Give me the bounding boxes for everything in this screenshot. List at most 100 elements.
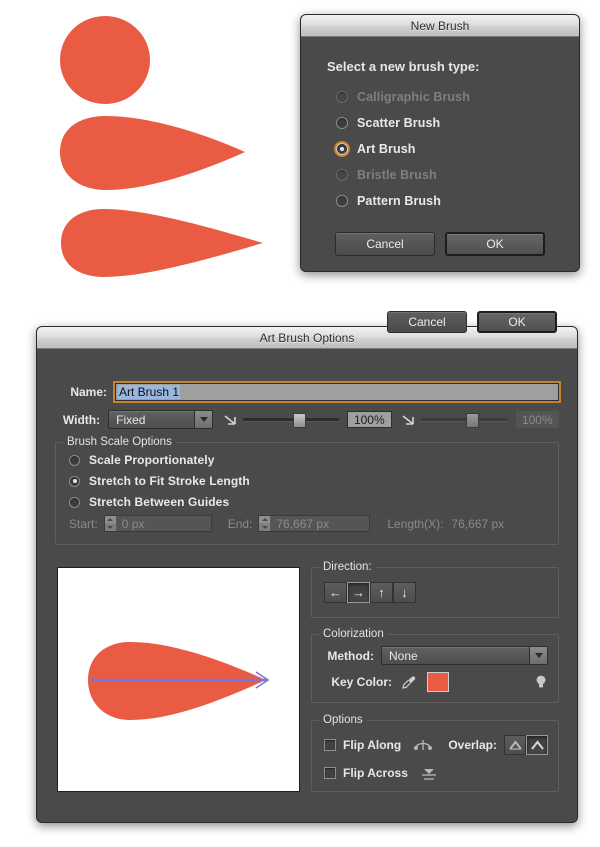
colorization-group: Colorization Method: None Key Color: xyxy=(311,628,559,703)
flip-across-label: Flip Across xyxy=(343,766,408,780)
width-percent-input-2: 100% xyxy=(515,411,559,428)
key-color-label: Key Color: xyxy=(331,675,392,689)
name-label: Name: xyxy=(70,385,107,399)
taper-end-icon xyxy=(402,414,414,425)
radio-label: Pattern Brush xyxy=(357,194,441,208)
width-row: Width: Fixed 100% 100% xyxy=(55,410,559,429)
slider-knob[interactable] xyxy=(465,412,479,428)
chevron-down-icon xyxy=(194,411,213,428)
radio-indicator xyxy=(336,169,348,181)
direction-right-button[interactable]: → xyxy=(347,582,370,603)
radio-label: Stretch Between Guides xyxy=(89,495,230,509)
new-brush-button-bar: Cancel OK xyxy=(301,232,579,256)
width-select-value: Fixed xyxy=(116,412,146,427)
taper-start-icon xyxy=(224,414,237,425)
overlap-prevent-icon xyxy=(530,740,544,750)
art-brush-ok-button[interactable]: OK xyxy=(477,311,557,333)
radio-label: Scatter Brush xyxy=(357,116,441,130)
brush-preview-panel xyxy=(57,567,300,792)
radio-indicator xyxy=(336,91,348,103)
flip-across-checkbox[interactable] xyxy=(324,767,336,779)
radio-indicator xyxy=(69,475,80,487)
method-select-value: None xyxy=(389,648,418,663)
width-label: Width: xyxy=(62,412,101,427)
width-percent-value-1: 100% xyxy=(353,412,385,427)
art-brush-options-title: Art Brush Options xyxy=(259,330,355,345)
end-value: 76,667 px xyxy=(276,516,330,531)
flip-across-icon xyxy=(421,769,436,780)
flip-along-row: Flip Along Overlap: xyxy=(312,721,558,755)
method-label: Method: xyxy=(327,648,374,663)
slider-track xyxy=(243,418,339,421)
brush-options-group: Options Flip Along Overlap: Flip Across xyxy=(311,714,559,792)
art-brush-cancel-button[interactable]: Cancel xyxy=(387,311,467,333)
key-color-swatch[interactable] xyxy=(427,672,449,692)
start-value: 0 px xyxy=(121,516,145,531)
radio-art-brush[interactable]: Art Brush xyxy=(327,142,553,156)
stepper-icon xyxy=(259,516,272,531)
flip-along-icon xyxy=(414,740,433,750)
lightbulb-icon[interactable] xyxy=(534,673,548,691)
radio-bristle-brush[interactable]: Bristle Brush xyxy=(327,168,553,182)
direction-left-button[interactable]: ← xyxy=(324,582,347,603)
slider-knob[interactable] xyxy=(293,412,307,428)
overlap-label: Overlap: xyxy=(448,738,497,752)
arrow-down-icon: ↓ xyxy=(401,585,408,600)
name-row: Name: Art Brush 1 xyxy=(55,383,559,401)
arrow-left-icon: ← xyxy=(329,585,342,600)
radio-stretch-between-guides[interactable]: Stretch Between Guides xyxy=(69,495,558,509)
direction-down-button[interactable]: ↓ xyxy=(393,582,416,603)
radio-scale-proportionately[interactable]: Scale Proportionately xyxy=(69,453,558,467)
radio-indicator xyxy=(336,143,348,155)
brush-preview-shape xyxy=(88,642,270,720)
name-input-value: Art Brush 1 xyxy=(118,385,181,399)
artwork-canvas xyxy=(0,0,300,300)
new-brush-prompt: Select a new brush type: xyxy=(327,59,480,74)
radio-label: Stretch to Fit Stroke Length xyxy=(89,474,250,488)
overlap-allow-icon xyxy=(508,740,522,750)
brush-scale-legend: Brush Scale Options xyxy=(63,436,176,448)
radio-scatter-brush[interactable]: Scatter Brush xyxy=(327,116,553,130)
radio-indicator xyxy=(336,117,348,129)
name-input[interactable]: Art Brush 1 xyxy=(115,383,559,401)
radio-label: Calligraphic Brush xyxy=(357,90,470,104)
radio-stretch-to-fit[interactable]: Stretch to Fit Stroke Length xyxy=(69,474,558,488)
end-input: 76,667 px xyxy=(258,515,371,532)
overlap-prevent-button[interactable] xyxy=(526,735,548,755)
radio-indicator xyxy=(69,454,80,466)
guides-row: Start: 0 px End: 76,667 px Length(X): 76… xyxy=(69,515,558,532)
stepper-icon xyxy=(104,516,117,531)
flip-along-checkbox[interactable] xyxy=(324,739,336,751)
arrow-right-icon: → xyxy=(352,585,365,600)
width-slider-1[interactable] xyxy=(243,412,339,428)
new-brush-ok-button[interactable]: OK xyxy=(445,232,545,256)
width-select[interactable]: Fixed xyxy=(108,410,214,429)
direction-legend: Direction: xyxy=(319,561,376,573)
length-value: 76,667 px xyxy=(451,516,505,531)
width-slider-2[interactable] xyxy=(420,412,508,428)
length-label: Length(X): xyxy=(387,516,444,531)
artwork-shapes xyxy=(60,16,263,277)
arrow-up-icon: ↑ xyxy=(378,585,385,600)
circle-shape xyxy=(60,16,150,104)
radio-calligraphic-brush[interactable]: Calligraphic Brush xyxy=(327,90,553,104)
radio-pattern-brush[interactable]: Pattern Brush xyxy=(327,194,553,208)
radio-label: Art Brush xyxy=(357,142,416,156)
key-color-row: Key Color: xyxy=(312,665,558,692)
width-percent-input-1[interactable]: 100% xyxy=(346,411,392,428)
direction-up-button[interactable]: ↑ xyxy=(370,582,393,603)
radio-indicator xyxy=(69,496,80,508)
colorization-legend: Colorization xyxy=(319,628,388,640)
radio-label: Scale Proportionately xyxy=(89,453,215,467)
new-brush-titlebar: New Brush xyxy=(301,15,579,37)
overlap-allow-button[interactable] xyxy=(504,735,526,755)
end-label: End: xyxy=(227,516,253,531)
direction-group: Direction: ← → ↑ ↓ xyxy=(311,561,559,618)
sharp-teardrop-shape xyxy=(61,209,263,277)
new-brush-title: New Brush xyxy=(410,18,470,33)
new-brush-dialog: New Brush Select a new brush type: Calli… xyxy=(300,14,580,272)
art-brush-options-dialog: Art Brush Options Name: Art Brush 1 Widt… xyxy=(36,311,578,823)
eyedropper-icon[interactable] xyxy=(401,674,417,690)
new-brush-cancel-button[interactable]: Cancel xyxy=(335,232,435,256)
method-select[interactable]: None xyxy=(381,646,548,665)
